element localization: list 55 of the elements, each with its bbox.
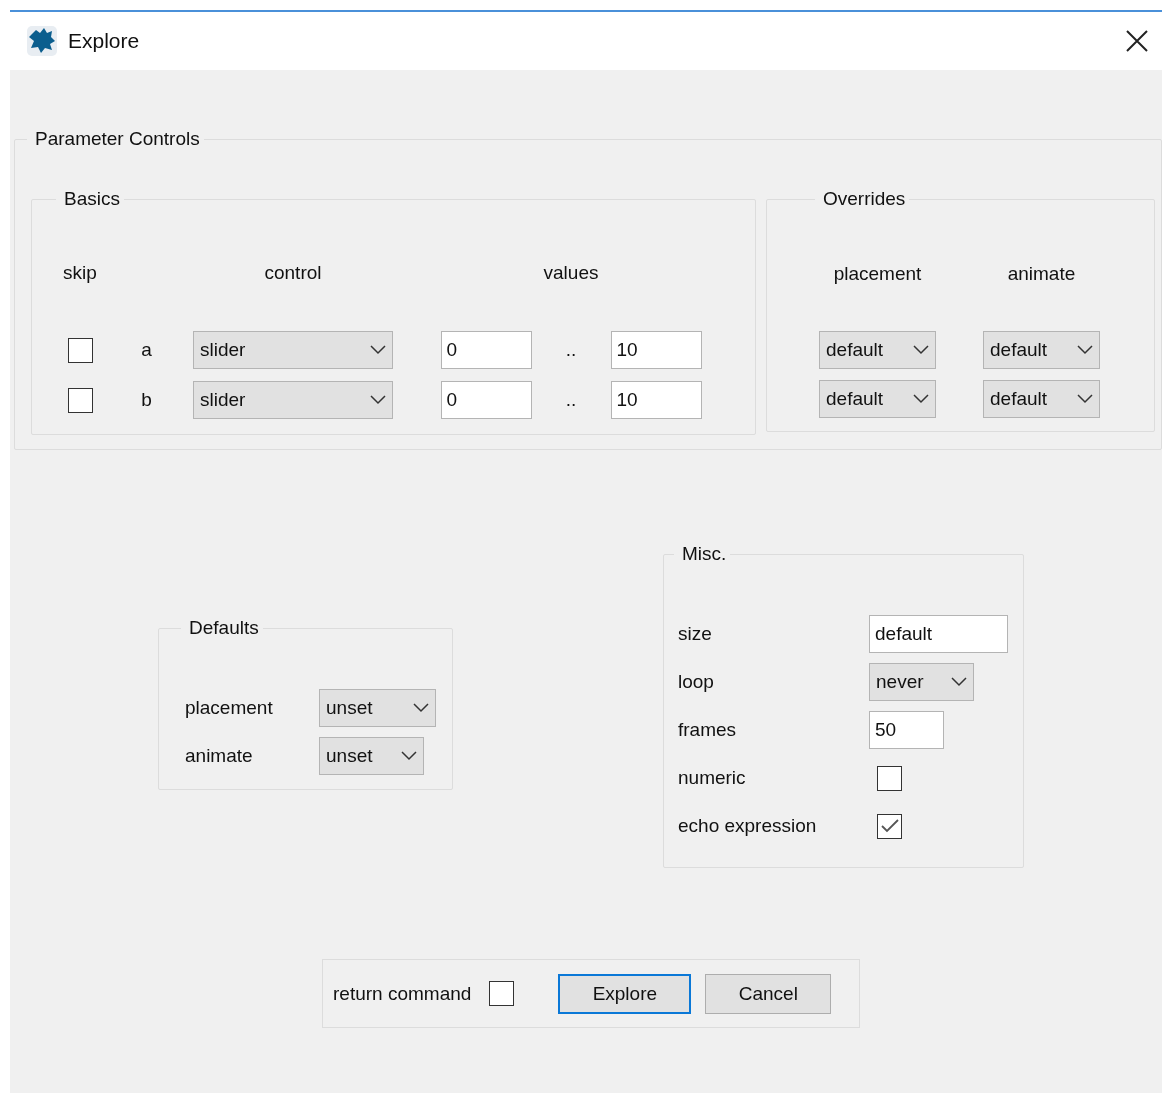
group-title: Defaults: [188, 617, 260, 639]
column-header: placement: [833, 263, 922, 285]
column-header: animate: [1007, 263, 1076, 285]
field-label: loop: [678, 671, 715, 693]
dropdown[interactable]: default: [819, 331, 936, 369]
dialog-button[interactable]: Explore: [558, 973, 692, 1014]
dropdown[interactable]: unset: [319, 689, 436, 727]
chevron-icon: [913, 345, 929, 355]
chevron-icon: [401, 751, 417, 761]
chevron-icon: [951, 677, 967, 687]
group-title: Basics: [63, 188, 121, 210]
chevron-icon: [413, 703, 429, 713]
field-label: placement: [185, 697, 274, 719]
dropdown[interactable]: unset: [319, 737, 424, 775]
chevron-icon: [370, 395, 386, 405]
dropdown[interactable]: slider: [193, 381, 393, 419]
field-label: animate: [185, 745, 254, 767]
dropdown[interactable]: default: [819, 380, 936, 418]
input-field[interactable]: 10: [610, 381, 702, 419]
dropdown[interactable]: never: [869, 663, 974, 701]
field-label: size: [678, 623, 713, 645]
column-header: skip: [63, 262, 97, 284]
field-label: frames: [678, 719, 738, 741]
dropdown[interactable]: default: [983, 380, 1100, 418]
range-separator: ..: [565, 389, 577, 411]
chevron-icon: [1077, 394, 1093, 404]
checkbox[interactable]: [67, 387, 93, 413]
dropdown[interactable]: slider: [193, 331, 393, 369]
input-field[interactable]: 0: [440, 381, 532, 419]
chevron-icon: [913, 394, 929, 404]
checkbox[interactable]: [67, 337, 93, 363]
group-title: Misc.: [681, 543, 728, 565]
input-field[interactable]: 0: [440, 331, 532, 369]
parameter-name: a: [141, 339, 152, 361]
dropdown[interactable]: default: [983, 331, 1100, 369]
checkbox[interactable]: [877, 765, 902, 791]
window-title: Explore: [68, 29, 141, 53]
column-header: values: [543, 262, 599, 284]
group-title: Parameter Controls: [34, 128, 201, 150]
range-separator: ..: [565, 339, 577, 361]
group-title: Overrides: [822, 188, 907, 210]
input-field[interactable]: 10: [610, 331, 702, 369]
column-header: control: [264, 262, 322, 284]
field-label: return command: [333, 982, 472, 1005]
chevron-icon: [370, 345, 386, 355]
input-field[interactable]: 50: [869, 711, 944, 749]
input-field[interactable]: default: [869, 615, 1008, 653]
parameter-name: b: [141, 389, 152, 411]
field-label: numeric: [678, 767, 747, 789]
app-icon: [26, 25, 58, 57]
field-label: echo expression: [678, 815, 818, 837]
checkbox[interactable]: [489, 981, 515, 1006]
chevron-icon: [1077, 345, 1093, 355]
checkbox[interactable]: [877, 813, 902, 839]
dialog-button[interactable]: Cancel: [705, 973, 832, 1014]
